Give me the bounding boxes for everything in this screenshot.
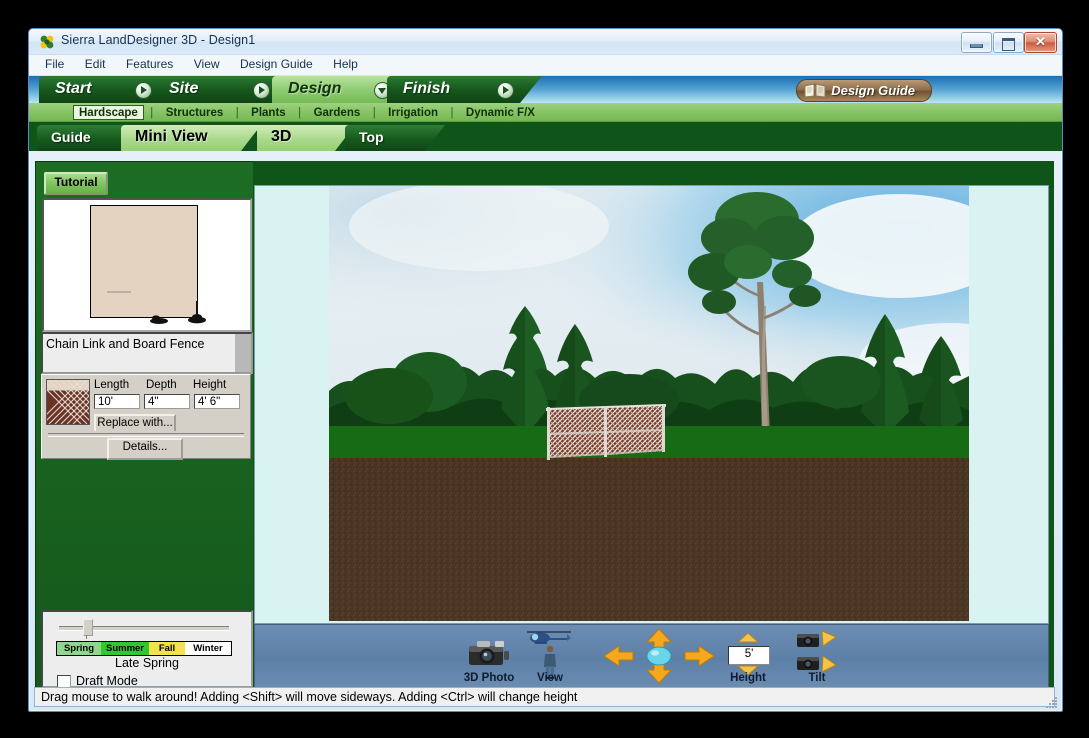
subnav-hardscape[interactable]: Hardscape [73, 105, 144, 120]
resize-grip[interactable] [1046, 696, 1059, 709]
tab-top[interactable]: Top [345, 125, 445, 151]
menu-view[interactable]: View [186, 55, 228, 71]
tab-mini-view-label: Mini View [135, 128, 208, 145]
divider [48, 433, 244, 437]
sub-navigation: Hardscape | Structures | Plants | Garden… [29, 103, 1062, 122]
window-title: Sierra LandDesigner 3D - Design1 [61, 33, 256, 47]
tab-3d[interactable]: 3D [257, 125, 355, 151]
tilt-label: Tilt [808, 672, 826, 684]
view-label: View [537, 672, 563, 684]
object-listbox[interactable]: Chain Link and Board Fence [41, 332, 253, 374]
stage-site-label: Site [169, 80, 199, 97]
design-guide-label: Design Guide [831, 83, 915, 98]
prop-header-height: Height [193, 379, 227, 391]
subnav-dynamic-fx[interactable]: Dynamic F/X [460, 105, 541, 119]
season-slider-tick [86, 635, 87, 639]
camera-icon[interactable] [465, 637, 511, 669]
height-value-field[interactable]: 5' [728, 646, 770, 665]
current-season-label: Late Spring [115, 656, 179, 670]
dirt-ground-layer [329, 458, 969, 621]
menu-bar: File Edit Features View Design Guide Hel… [29, 55, 1062, 76]
chain-link-fence-swatch [46, 379, 90, 425]
prop-header-length: Length [94, 379, 130, 391]
subnav-separator: | [450, 107, 454, 119]
subnav-separator: | [372, 107, 376, 119]
depth-field[interactable]: 4" [144, 394, 190, 409]
3d-viewport[interactable] [254, 185, 1049, 624]
tab-guide-label: Guide [51, 129, 91, 145]
subnav-separator: | [298, 107, 302, 119]
subnav-plants[interactable]: Plants [245, 105, 292, 119]
season-winter[interactable]: Winter [185, 642, 231, 655]
stage-start-label: Start [55, 80, 92, 97]
prop-header-depth: Depth [146, 379, 177, 391]
stage-banner: Start Site Design Finish Design Guide [29, 76, 1062, 103]
close-button[interactable]: ✕ [1024, 32, 1057, 53]
height-field[interactable]: 4' 6" [194, 394, 240, 409]
subnav-separator: | [235, 107, 239, 119]
menu-help[interactable]: Help [325, 55, 366, 71]
play-icon [135, 82, 152, 99]
mini-view-canvas[interactable] [42, 198, 252, 332]
menu-file[interactable]: File [37, 55, 72, 71]
status-bar: Drag mouse to walk around! Adding <Shift… [34, 687, 1055, 707]
tree-line-layer [329, 192, 969, 436]
tab-row: Guide Mini View 3D Top [29, 122, 1062, 151]
season-bar[interactable]: Spring Summer Fall Winter [56, 641, 232, 656]
chain-link-fence-3d[interactable] [545, 401, 667, 467]
tab-3d-label: 3D [271, 128, 292, 145]
property-lot[interactable] [90, 205, 198, 318]
four-way-arrow-pad[interactable] [603, 628, 715, 684]
subnav-irrigation[interactable]: Irrigation [382, 105, 444, 119]
menu-design-guide[interactable]: Design Guide [232, 55, 321, 71]
height-label: Height [730, 672, 766, 684]
details-section: Details... [41, 431, 251, 460]
season-spring[interactable]: Spring [57, 642, 101, 655]
stage-design-label: Design [288, 80, 342, 97]
fence-handle-left[interactable] [148, 313, 170, 325]
stage-finish-label: Finish [403, 80, 451, 97]
subnav-structures[interactable]: Structures [160, 105, 230, 119]
season-slider-thumb[interactable] [83, 619, 93, 636]
camera-tilt-up-icon[interactable] [795, 629, 839, 651]
subnav-gardens[interactable]: Gardens [308, 105, 367, 119]
tutorial-button[interactable]: Tutorial [44, 172, 108, 195]
season-panel: Spring Summer Fall Winter Late Spring Dr… [41, 610, 253, 689]
book-icon [804, 83, 826, 98]
3d-photo-label: 3D Photo [463, 672, 515, 684]
details-button[interactable]: Details... [107, 438, 183, 460]
clover-icon [40, 35, 54, 49]
subnav-separator: | [150, 107, 154, 119]
tab-mini-view[interactable]: Mini View [121, 125, 261, 151]
season-fall[interactable]: Fall [149, 642, 185, 655]
listbox-scrollbar[interactable] [235, 334, 251, 372]
forest-photo-backdrop [329, 186, 969, 621]
length-field[interactable]: 10' [94, 394, 140, 409]
fence-handle-right[interactable] [186, 301, 208, 325]
draft-mode-label: Draft Mode [76, 674, 138, 688]
menu-features[interactable]: Features [118, 55, 181, 71]
object-properties: Length Depth Height 10' 4" 4' 6" Replace… [41, 374, 251, 435]
season-summer[interactable]: Summer [101, 642, 149, 655]
close-icon: ✕ [1035, 34, 1046, 49]
viewport-frame: 3D Photo View 5' Height Tilt [253, 161, 1054, 689]
minimize-button[interactable] [961, 32, 992, 53]
design-guide-button[interactable]: Design Guide [796, 79, 932, 102]
maximize-button[interactable] [993, 32, 1024, 53]
tab-top-label: Top [359, 129, 384, 145]
left-panel: Tutorial Chain Link and Board Fence Leng… [35, 161, 255, 691]
play-icon [253, 82, 270, 99]
application-window: Sierra LandDesigner 3D - Design1 ✕ File … [28, 28, 1063, 712]
camera-control-bar: 3D Photo View 5' Height Tilt [254, 624, 1049, 688]
lot-marker [107, 291, 131, 293]
list-item[interactable]: Chain Link and Board Fence [46, 337, 204, 351]
menu-edit[interactable]: Edit [77, 55, 114, 71]
height-up-arrow[interactable] [737, 632, 759, 643]
helicopter-icon[interactable] [523, 627, 575, 647]
play-icon [497, 82, 514, 99]
stage-finish[interactable]: Finish [387, 76, 542, 103]
title-bar: Sierra LandDesigner 3D - Design1 ✕ [29, 29, 1062, 55]
